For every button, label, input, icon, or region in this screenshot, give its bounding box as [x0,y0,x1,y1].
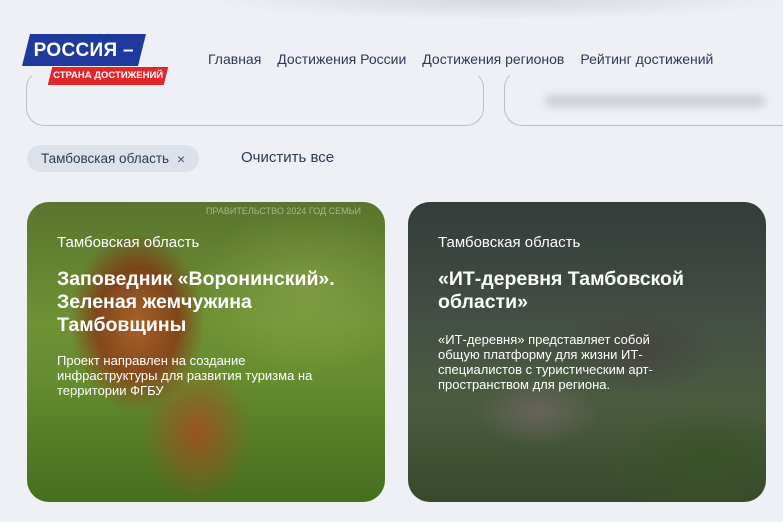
card-region: Тамбовская область [438,234,581,251]
filter-chip-label: Тамбовская область [41,151,170,166]
filter-field[interactable] [504,70,783,126]
card-title: Заповедник «Воронинский». Зеленая жемчуж… [57,268,335,336]
filter-chip-region: Тамбовская область × [27,145,200,172]
achievement-card[interactable]: Тамбовская область «ИТ-деревня Тамбовско… [408,202,766,502]
achievement-card[interactable]: ПРАВИТЕЛЬСТВО 2024 ГОД СЕМЬИ Тамбовская … [27,202,385,502]
card-region: Тамбовская область [57,234,200,251]
card-title: «ИТ-деревня Тамбовской области» [438,268,684,313]
nav-item-russia-achievements[interactable]: Достижения России [277,51,406,67]
card-description: Проект направлен на создание инфраструкт… [57,353,313,398]
nav-item-region-achievements[interactable]: Достижения регионов [422,51,564,67]
card-watermark: ПРАВИТЕЛЬСТВО 2024 ГОД СЕМЬИ [205,206,361,216]
card-description: «ИТ-деревня» представляет собой общую пл… [438,332,653,392]
logo-top-text: РОССИЯ – [33,40,134,61]
main-nav: Главная Достижения России Достижения рег… [208,51,713,67]
close-icon[interactable]: × [177,151,185,167]
clear-all-button[interactable]: Очистить все [241,149,334,166]
header-decoration [200,0,783,20]
logo-top-plate: РОССИЯ – [22,34,146,66]
search-field[interactable] [26,70,484,126]
nav-item-rating[interactable]: Рейтинг достижений [580,51,713,67]
nav-item-home[interactable]: Главная [208,51,261,67]
filter-field-placeholder [545,95,765,107]
